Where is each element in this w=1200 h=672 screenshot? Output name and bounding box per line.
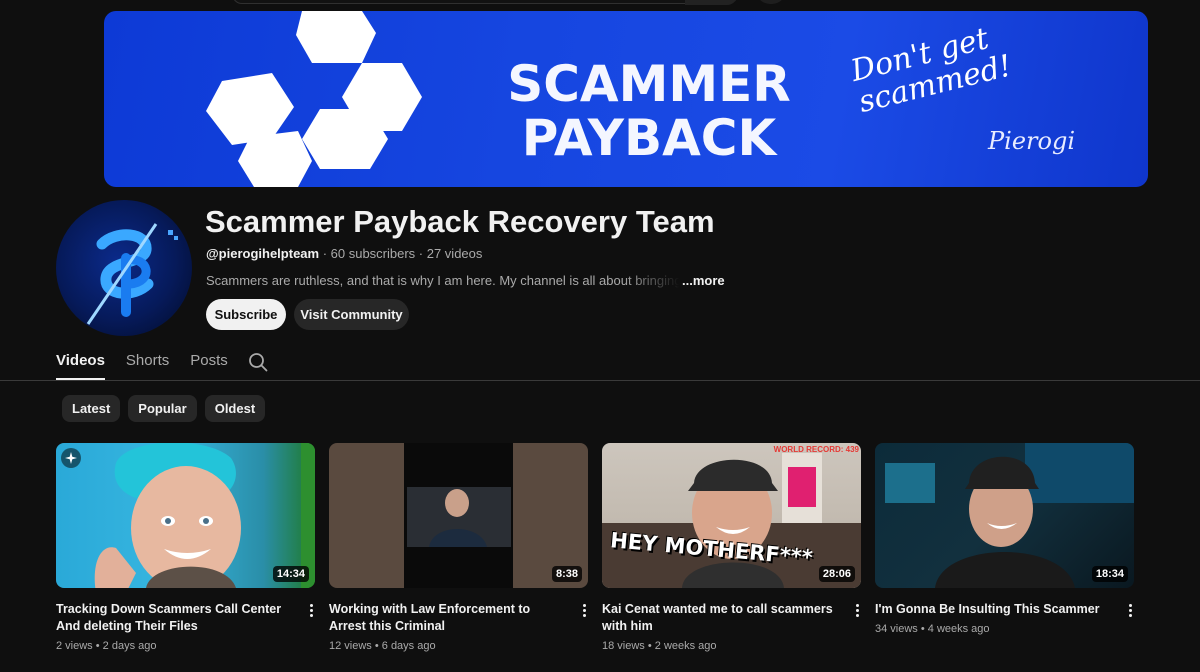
video-age: 6 days ago	[381, 640, 436, 652]
search-icon[interactable]	[248, 352, 268, 372]
video-meta: 2 views • 2 days ago	[56, 640, 157, 652]
sort-chips: Latest Popular Oldest	[62, 395, 273, 422]
video-meta: 34 views • 4 weeks ago	[875, 623, 990, 635]
chip-popular[interactable]: Popular	[128, 395, 197, 422]
video-card[interactable]: 18:34 I'm Gonna Be Insulting This Scamme…	[875, 443, 1134, 635]
banner-title-line1: SCAMMER	[507, 55, 791, 113]
more-link[interactable]: ...more	[682, 273, 725, 288]
description-text: Scammers are ruthless, and that is why I…	[206, 273, 680, 288]
video-title[interactable]: Working with Law Enforcement to Arrest t…	[329, 601, 565, 635]
video-age: 2 weeks ago	[654, 640, 717, 652]
avatar-sp-logo-icon	[86, 223, 178, 325]
masthead-search-box[interactable]	[232, 0, 738, 5]
more-options-icon[interactable]	[853, 603, 861, 619]
video-title[interactable]: Kai Cenat wanted me to call scammers wit…	[602, 601, 838, 635]
video-card[interactable]: HEY MOTHERF*** WORLD RECORD: 439 28:06 K…	[602, 443, 861, 652]
chip-oldest[interactable]: Oldest	[204, 395, 266, 422]
video-duration: 28:06	[818, 566, 855, 582]
subscribe-button[interactable]: Subscribe	[206, 299, 286, 330]
video-title[interactable]: I'm Gonna Be Insulting This Scammer	[875, 601, 1111, 618]
visit-community-button[interactable]: Visit Community	[294, 299, 409, 330]
video-duration: 14:34	[272, 566, 309, 582]
video-thumbnail[interactable]: 8:38	[329, 443, 588, 588]
sparkle-icon	[61, 448, 81, 468]
thumbnail-corner-text: WORLD RECORD: 439	[773, 445, 859, 454]
banner-hexagon-logo	[206, 11, 422, 187]
video-card[interactable]: 14:34 Tracking Down Scammers Call Center…	[56, 443, 315, 652]
more-options-icon[interactable]	[580, 603, 588, 619]
banner-signature: Pierogi	[988, 127, 1075, 155]
channel-meta: @pierogihelpteam · 60 subscribers · 27 v…	[206, 246, 482, 261]
channel-name: Scammer Payback Recovery Team	[205, 204, 715, 239]
banner-title-line2: PAYBACK	[521, 109, 777, 167]
video-count: · 27 videos	[415, 246, 483, 261]
video-meta: 18 views • 2 weeks ago	[602, 640, 717, 652]
video-age: 4 weeks ago	[927, 623, 990, 635]
video-thumbnail[interactable]: 14:34	[56, 443, 315, 588]
channel-banner: SCAMMER PAYBACK Don't get scammed! Piero…	[104, 11, 1148, 187]
tab-posts[interactable]: Posts	[190, 348, 228, 380]
video-card[interactable]: 8:38 Working with Law Enforcement to Arr…	[329, 443, 588, 652]
tab-shorts[interactable]: Shorts	[126, 348, 169, 380]
more-options-icon[interactable]	[307, 603, 315, 619]
subscriber-count: · 60 subscribers	[319, 246, 416, 261]
tab-videos[interactable]: Videos	[56, 348, 105, 380]
video-title[interactable]: Tracking Down Scammers Call Center And d…	[56, 601, 292, 635]
thumbnail-art	[404, 443, 513, 588]
more-options-icon[interactable]	[1126, 603, 1134, 619]
video-thumbnail[interactable]: 18:34	[875, 443, 1134, 588]
video-thumbnail[interactable]: HEY MOTHERF*** WORLD RECORD: 439 28:06	[602, 443, 861, 588]
search-button[interactable]	[685, 0, 737, 5]
channel-handle[interactable]: @pierogihelpteam	[206, 246, 319, 261]
video-duration: 18:34	[1091, 566, 1128, 582]
video-views: 34 views	[875, 623, 918, 635]
channel-avatar[interactable]	[56, 200, 192, 336]
channel-tabs: Videos Shorts Posts	[56, 348, 249, 380]
chip-latest[interactable]: Latest	[62, 395, 121, 422]
channel-description[interactable]: Scammers are ruthless, and that is why I…	[206, 273, 725, 288]
video-duration: 8:38	[551, 566, 582, 582]
voice-search-button[interactable]	[756, 0, 786, 4]
video-meta: 12 views • 6 days ago	[329, 640, 436, 652]
video-views: 18 views	[602, 640, 645, 652]
video-views: 2 views	[56, 640, 93, 652]
video-views: 12 views	[329, 640, 372, 652]
video-age: 2 days ago	[102, 640, 157, 652]
banner-title: SCAMMER PAYBACK	[504, 57, 794, 165]
banner-tagline: Don't get scammed!	[847, 21, 1016, 121]
tabs-divider	[0, 380, 1200, 381]
